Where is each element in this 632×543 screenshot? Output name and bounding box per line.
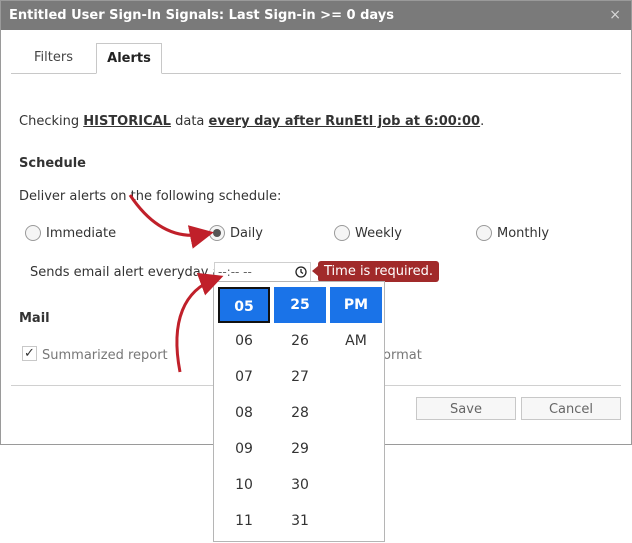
tab-bar: Filters Alerts [11,43,621,74]
save-button[interactable]: Save [416,397,516,420]
error-tooltip: Time is required. [311,261,440,282]
minute-option[interactable]: 27 [274,359,326,395]
minute-option[interactable]: 28 [274,395,326,431]
minute-option[interactable]: 31 [274,503,326,539]
hour-option[interactable]: 10 [218,467,270,503]
time-picker-dropdown: 05 06 07 08 09 10 11 25 26 27 28 29 30 3… [213,281,385,542]
close-icon[interactable]: × [609,7,621,23]
ampm-option[interactable]: AM [330,323,382,359]
hour-option[interactable]: 07 [218,359,270,395]
cancel-button[interactable]: Cancel [521,397,621,420]
radio-selected-icon[interactable] [209,225,225,241]
checking-end: . [480,114,485,129]
hour-option[interactable]: 08 [218,395,270,431]
clock-icon[interactable] [295,266,307,278]
hour-option[interactable]: 09 [218,431,270,467]
checking-schedule-link[interactable]: every day after RunEtl job at 6:00:00 [209,114,481,129]
time-value: --:-- -- [218,265,252,279]
checking-mid: data [175,114,205,129]
format-label: ormat [383,348,422,363]
radio-circle-icon[interactable] [334,225,350,241]
summarized-checkbox[interactable]: ✓ [22,346,37,361]
minute-option[interactable]: 25 [274,287,326,323]
dialog-titlebar: Entitled User Sign-In Signals: Last Sign… [1,1,631,30]
radio-label: Immediate [46,226,117,241]
minute-option[interactable]: 30 [274,467,326,503]
checking-summary: Checking HISTORICAL data every day after… [19,114,484,129]
schedule-heading: Schedule [19,156,86,171]
hour-option[interactable]: 05 [218,287,270,323]
minute-option[interactable]: 29 [274,431,326,467]
checkmark-icon: ✓ [24,346,35,361]
sends-label: Sends email alert everyday at [30,265,226,280]
summarized-label: Summarized report [42,348,168,363]
time-input[interactable]: --:-- -- [214,262,311,282]
minute-option[interactable]: 26 [274,323,326,359]
hour-option[interactable]: 11 [218,503,270,539]
schedule-description: Deliver alerts on the following schedule… [19,189,282,204]
mail-heading: Mail [19,311,50,326]
dialog-title: Entitled User Sign-In Signals: Last Sign… [9,8,394,23]
checking-mode-link[interactable]: HISTORICAL [83,114,171,129]
radio-label: Weekly [355,226,402,241]
radio-circle-icon[interactable] [25,225,41,241]
tab-alerts[interactable]: Alerts [96,43,162,74]
ampm-option[interactable]: PM [330,287,382,323]
tab-filters[interactable]: Filters [11,43,96,72]
hour-option[interactable]: 06 [218,323,270,359]
radio-label: Monthly [497,226,550,241]
radio-label: Daily [230,226,263,241]
radio-circle-icon[interactable] [476,225,492,241]
checking-prefix: Checking [19,114,80,129]
